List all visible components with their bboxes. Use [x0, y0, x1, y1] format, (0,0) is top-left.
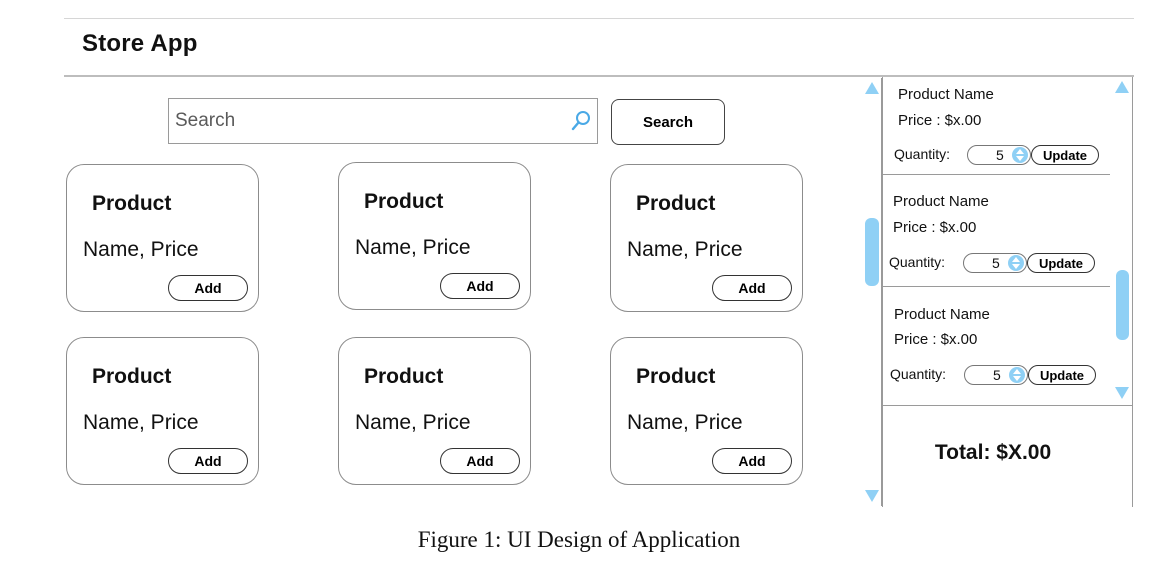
cart-item-price: Price : $x.00: [894, 331, 978, 348]
quantity-stepper[interactable]: 5: [964, 365, 1028, 385]
spin-arrows-icon[interactable]: [1012, 147, 1028, 163]
quantity-label: Quantity:: [890, 366, 947, 382]
add-button[interactable]: Add: [712, 448, 792, 474]
quantity-label: Quantity:: [894, 146, 951, 162]
add-button[interactable]: Add: [168, 448, 248, 474]
quantity-value: 5: [992, 255, 1000, 271]
top-divider: [64, 18, 1134, 19]
product-name-price: Name, Price: [355, 411, 471, 434]
cart-divider: [883, 405, 1132, 406]
cart-item-price: Price : $x.00: [893, 219, 977, 236]
cart-item-name: Product Name: [898, 86, 994, 103]
search-box: [168, 98, 598, 144]
cart-item: Product Name Price : $x.00 Quantity: 5 U…: [883, 287, 1110, 405]
quantity-value: 5: [996, 147, 1004, 163]
product-card: Product Name, Price Add: [610, 337, 803, 485]
search-input[interactable]: [175, 99, 565, 143]
app-title: Store App: [82, 30, 198, 57]
scroll-down-arrow-icon[interactable]: [1115, 387, 1129, 399]
product-card: Product Name, Price Add: [338, 337, 531, 485]
product-card: Product Name, Price Add: [66, 337, 259, 485]
quantity-label: Quantity:: [889, 254, 946, 270]
quantity-stepper[interactable]: 5: [963, 253, 1027, 273]
add-button[interactable]: Add: [168, 275, 248, 301]
cart-item-name: Product Name: [893, 193, 989, 210]
cart-item: Product Name Price : $x.00 Quantity: 5 U…: [883, 175, 1110, 287]
product-card: Product Name, Price Add: [66, 164, 259, 312]
product-title: Product: [92, 192, 172, 215]
product-title: Product: [636, 192, 716, 215]
product-title: Product: [92, 365, 172, 388]
product-title: Product: [636, 365, 716, 388]
quantity-value: 5: [993, 367, 1001, 383]
search-button[interactable]: Search: [611, 99, 725, 145]
product-title: Product: [364, 190, 444, 213]
scroll-up-arrow-icon[interactable]: [1115, 81, 1129, 93]
product-scrollbar[interactable]: [863, 78, 882, 506]
product-title: Product: [364, 365, 444, 388]
search-icon[interactable]: [569, 109, 593, 133]
spin-arrows-icon[interactable]: [1008, 255, 1024, 271]
spin-arrows-icon[interactable]: [1009, 367, 1025, 383]
scroll-up-arrow-icon[interactable]: [865, 82, 879, 94]
cart-item: Product Name Price : $x.00 Quantity: 5 U…: [883, 77, 1110, 175]
add-button[interactable]: Add: [440, 273, 520, 299]
scroll-thumb[interactable]: [865, 218, 879, 286]
cart-item-name: Product Name: [894, 306, 990, 323]
product-name-price: Name, Price: [627, 238, 743, 261]
product-card: Product Name, Price Add: [338, 162, 531, 310]
quantity-stepper[interactable]: 5: [967, 145, 1031, 165]
update-button[interactable]: Update: [1028, 365, 1096, 385]
scroll-down-arrow-icon[interactable]: [865, 490, 879, 502]
add-button[interactable]: Add: [440, 448, 520, 474]
cart-panel: Product Name Price : $x.00 Quantity: 5 U…: [882, 77, 1133, 507]
product-card: Product Name, Price Add: [610, 164, 803, 312]
update-button[interactable]: Update: [1027, 253, 1095, 273]
add-button[interactable]: Add: [712, 275, 792, 301]
product-name-price: Name, Price: [83, 411, 199, 434]
cart-total: Total: $X.00: [934, 441, 1052, 464]
product-name-price: Name, Price: [627, 411, 743, 434]
figure-caption: Figure 1: UI Design of Application: [417, 527, 741, 552]
update-button[interactable]: Update: [1031, 145, 1099, 165]
product-name-price: Name, Price: [83, 238, 199, 261]
cart-scrollbar[interactable]: [1112, 77, 1132, 405]
scroll-thumb[interactable]: [1116, 270, 1129, 340]
cart-item-price: Price : $x.00: [898, 112, 982, 129]
product-name-price: Name, Price: [355, 236, 471, 259]
